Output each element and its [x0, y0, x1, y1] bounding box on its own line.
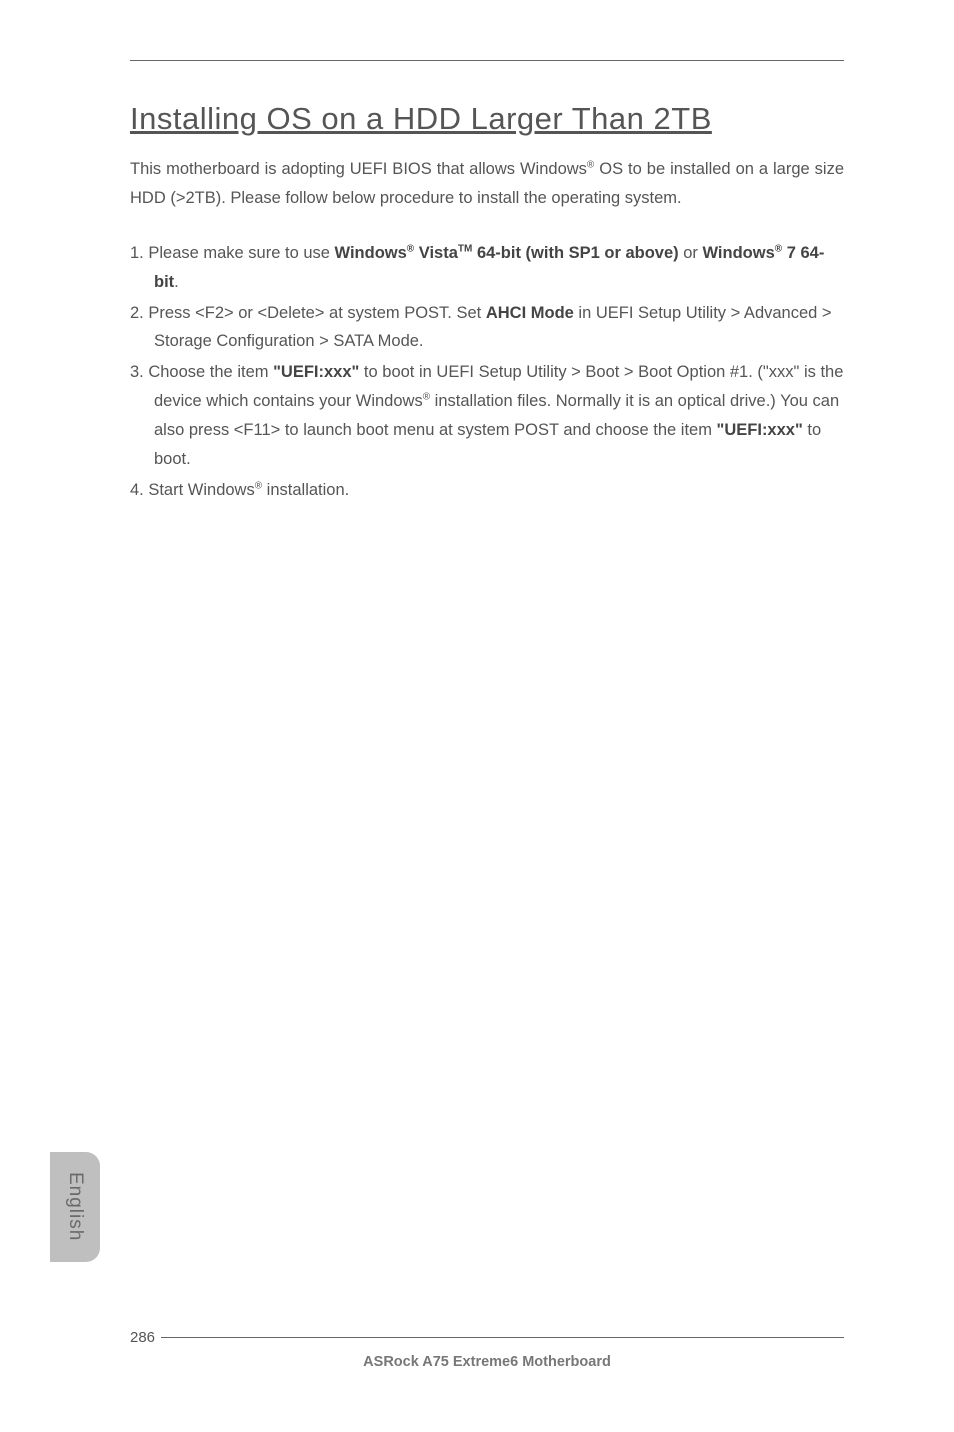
step-1-text-a: 1. Please make sure to use: [130, 244, 335, 262]
steps-list: 1. Please make sure to use Windows ® Vist…: [130, 239, 844, 505]
footer-title: ASRock A75 Extreme6 Motherboard: [130, 1354, 844, 1370]
top-rule: [130, 60, 844, 61]
intro-paragraph: This motherboard is adopting UEFI BIOS t…: [130, 155, 844, 213]
page-number-row: 286: [130, 1329, 844, 1346]
language-tab-label: English: [64, 1172, 86, 1241]
intro-text-1: This motherboard is adopting UEFI BIOS t…: [130, 160, 587, 178]
step-4-text-a: 4. Start Windows: [130, 481, 255, 499]
reg-mark: ®: [423, 392, 430, 403]
step-2-bold: AHCI Mode: [486, 304, 574, 322]
step-3-bold-1: "UEFI:xxx": [273, 363, 359, 381]
step-1-text-b: or: [679, 244, 703, 262]
step-1-bold-4: Windows: [703, 244, 775, 262]
language-tab: English: [50, 1152, 100, 1262]
page-title: Installing OS on a HDD Larger Than 2TB: [130, 101, 844, 137]
reg-mark: ®: [255, 480, 262, 491]
footer-rule: [161, 1337, 844, 1338]
step-1: 1. Please make sure to use Windows® Vist…: [130, 239, 844, 297]
step-3: 3. Choose the item "UEFI:xxx" to boot in…: [130, 358, 844, 474]
step-3-text-a: 3. Choose the item: [130, 363, 273, 381]
step-2: 2. Press <F2> or <Delete> at system POST…: [130, 299, 844, 357]
step-3-bold-2: "UEFI:xxx": [717, 421, 803, 439]
tm-mark: TM: [458, 243, 472, 254]
step-1-bold-2: Vista: [414, 244, 458, 262]
step-1-bold-1: Windows: [335, 244, 407, 262]
step-1-bold-3: 64-bit (with SP1 or above): [472, 244, 678, 262]
step-4: 4. Start Windows® installation.: [130, 476, 844, 505]
step-1-text-c: .: [174, 273, 179, 291]
step-4-text-b: installation.: [262, 481, 349, 499]
page-number: 286: [130, 1329, 155, 1346]
step-2-text-a: 2. Press <F2> or <Delete> at system POST…: [130, 304, 486, 322]
page-footer: 286 ASRock A75 Extreme6 Motherboard: [130, 1329, 844, 1370]
